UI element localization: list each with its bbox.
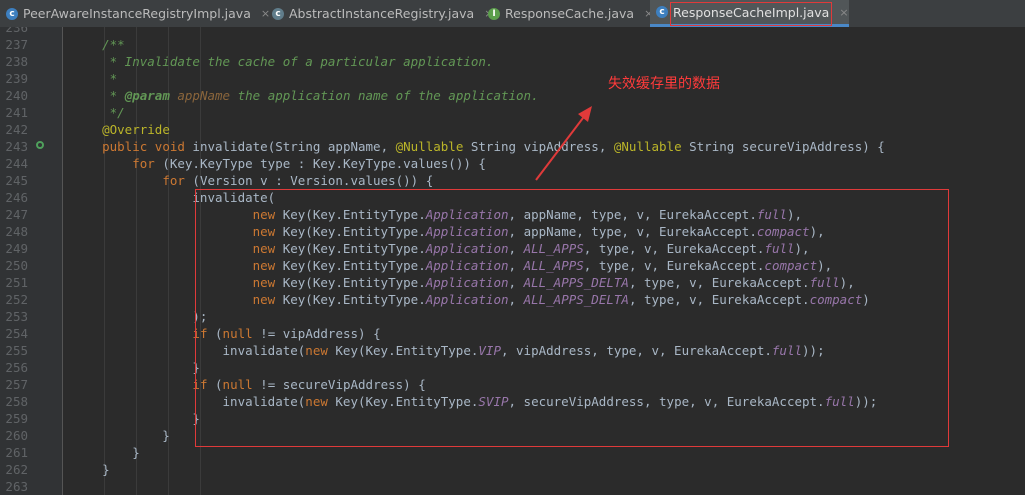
tab-response-cache[interactable]: I ResponseCache.java × <box>482 0 653 27</box>
line-number: 247 <box>5 207 28 222</box>
editor-tab-bar: c PeerAwareInstanceRegistryImpl.java × c… <box>0 0 1025 28</box>
line-number: 249 <box>5 241 28 256</box>
code-text[interactable]: } <box>72 444 140 461</box>
code-text[interactable]: for (Key.KeyType type : Key.KeyType.valu… <box>72 155 486 172</box>
abstract-class-icon: c <box>272 7 284 20</box>
code-text[interactable]: } <box>72 461 110 478</box>
line-number: 260 <box>5 428 28 443</box>
class-icon: c <box>6 7 18 20</box>
line-number: 263 <box>5 479 28 494</box>
tab-peer-aware-instance-registry-impl[interactable]: c PeerAwareInstanceRegistryImpl.java × <box>0 0 270 27</box>
close-icon[interactable]: × <box>839 6 848 19</box>
line-number: 244 <box>5 156 28 171</box>
annotation-label: 失效缓存里的数据 <box>608 76 720 92</box>
interface-icon: I <box>488 7 500 20</box>
line-number: 238 <box>5 54 28 69</box>
tab-label: PeerAwareInstanceRegistryImpl.java <box>23 6 251 21</box>
code-text[interactable]: @Override <box>72 121 170 138</box>
line-number: 256 <box>5 360 28 375</box>
line-number: 258 <box>5 394 28 409</box>
line-number: 237 <box>5 37 28 52</box>
line-number: 255 <box>5 343 28 358</box>
line-number: 242 <box>5 122 28 137</box>
line-number: 253 <box>5 309 28 324</box>
line-number: 245 <box>5 173 28 188</box>
line-number: 240 <box>5 88 28 103</box>
code-text[interactable]: } <box>72 410 200 427</box>
code-text[interactable]: * <box>72 70 118 87</box>
code-text[interactable]: * @param appName the application name of… <box>72 87 539 104</box>
line-number: 239 <box>5 71 28 86</box>
line-number: 251 <box>5 275 28 290</box>
override-marker-icon[interactable] <box>36 141 44 149</box>
active-tab-highlight-box <box>670 2 832 26</box>
code-text[interactable]: ); <box>72 308 207 325</box>
line-number: 252 <box>5 292 28 307</box>
line-number: 246 <box>5 190 28 205</box>
line-number: 241 <box>5 105 28 120</box>
line-number: 254 <box>5 326 28 341</box>
class-icon: c <box>656 6 668 18</box>
code-text[interactable]: } <box>72 359 200 376</box>
line-number: 261 <box>5 445 28 460</box>
code-text[interactable]: } <box>72 427 170 444</box>
line-number: 243 <box>5 139 28 154</box>
annotation-arrow-icon <box>535 106 592 181</box>
tab-label: AbstractInstanceRegistry.java <box>289 6 475 21</box>
code-text[interactable]: /** <box>72 36 125 53</box>
line-number: 259 <box>5 411 28 426</box>
tab-abstract-instance-registry[interactable]: c AbstractInstanceRegistry.java × <box>266 0 493 27</box>
line-number: 257 <box>5 377 28 392</box>
code-editor[interactable]: 236 237 /** 238 * Invalidate the cache of … <box>0 27 1025 495</box>
line-number: 250 <box>5 258 28 273</box>
code-text[interactable]: * Invalidate the cache of a particular a… <box>72 53 494 70</box>
code-text[interactable]: public void invalidate(String appName, @… <box>72 138 885 155</box>
line-number: 236 <box>5 27 28 35</box>
line-number: 262 <box>5 462 28 477</box>
code-text[interactable]: */ <box>72 104 125 121</box>
line-number: 248 <box>5 224 28 239</box>
code-text[interactable]: for (Version v : Version.values()) { <box>72 172 433 189</box>
tab-label: ResponseCache.java <box>505 6 635 21</box>
invalidate-block-highlight-box <box>195 189 949 447</box>
